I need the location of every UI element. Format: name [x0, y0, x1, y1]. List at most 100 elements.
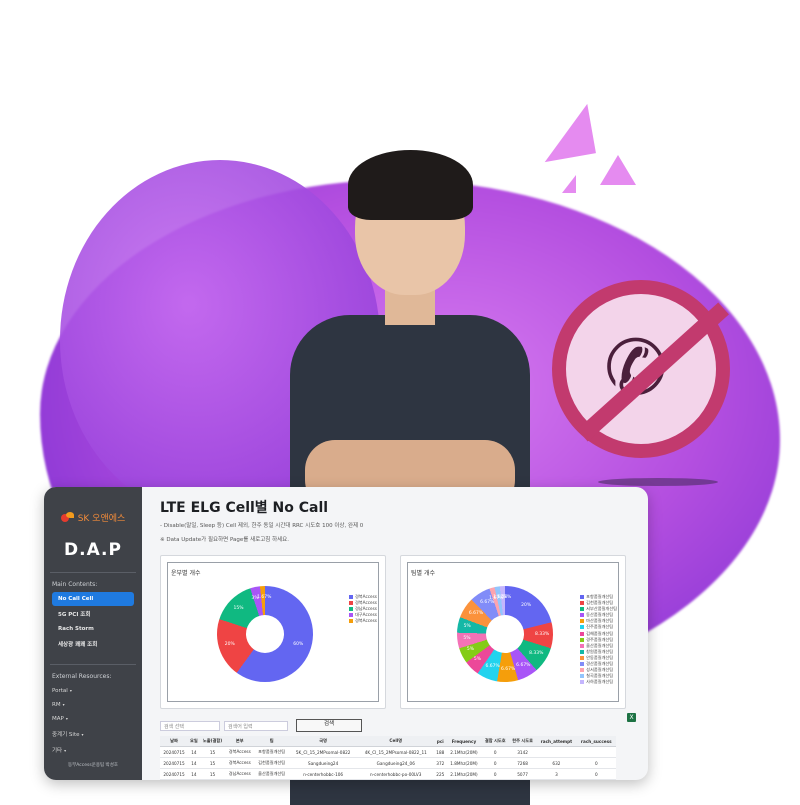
column-header[interactable]: rach_attempt — [536, 736, 577, 747]
pie-slice-label: 6.67% — [485, 664, 500, 670]
column-header[interactable]: rach_success — [576, 736, 616, 747]
table-cell: 11 — [199, 779, 226, 780]
table-cell: 포항품질개선팀 — [254, 746, 290, 758]
pie-slice-label: 6.67% — [516, 662, 531, 668]
column-header[interactable]: 팀 — [254, 736, 290, 747]
table-cell: 김천품질개선팀 — [254, 757, 290, 769]
page-title: LTE ELG Cell별 No Call — [160, 500, 329, 516]
pie-slice-label: 20% — [521, 602, 532, 608]
excel-icon[interactable]: X — [627, 713, 636, 722]
legend-swatch — [580, 637, 585, 642]
search-bar: 검색 선택 검색어 입력 검색 — [160, 719, 636, 732]
legend-swatch — [580, 655, 585, 660]
legend-label: 경북Access — [354, 618, 377, 624]
legend-item[interactable]: 사하품질개선팀 — [580, 679, 617, 685]
table-cell: 15 — [199, 768, 226, 780]
sidebar-item-rach-storm[interactable]: Rach Storm — [44, 622, 142, 636]
legend-label: 경북Access — [354, 600, 377, 606]
table-row[interactable]: 20240715 14 15 경북Access 김천품질개선팀 Sangdueing24 G… — [160, 757, 616, 769]
table-cell: 14 — [188, 768, 200, 780]
pie-chart-team[interactable]: 20% 8.33% 8.33% 6.67% 6.67% 6.67% 5% 5% 5% 5% 6.67… — [457, 586, 553, 682]
charts-row: 운부별 개수 60% 20% 15% 3% 1.67% 경북Access 경북Access… — [160, 555, 636, 709]
column-header[interactable]: pci — [434, 736, 447, 747]
sidebar-ext-rm[interactable]: RM ▾ — [44, 698, 142, 712]
sidebar-ext-site[interactable]: 중계기 Site ▾ — [44, 726, 142, 742]
legend-label: 서부산품질개선팀 — [586, 606, 617, 612]
legend-swatch — [580, 601, 585, 606]
column-header[interactable]: 노출(결합) — [199, 736, 226, 747]
table-cell: 7268 — [508, 757, 537, 769]
sidebar-ext-etc[interactable]: 기타 ▾ — [44, 742, 142, 758]
legend-label: 성서품질개선팀 — [586, 667, 614, 673]
brand-logo[interactable]: SK 오앤에스 — [44, 511, 142, 524]
table-row[interactable]: 20240715 14 15 경남Access 울산품질개선팀 n-centerhobbc… — [160, 768, 616, 780]
pie-slice-label: 1.67% — [257, 595, 272, 601]
main-content: LTE ELG Cell별 No Call - Disable(말일, Slee… — [142, 487, 648, 780]
table-row[interactable]: 20240715 14 15 경북Access 포항품질개선팀 5K_CI_15_2MPs… — [160, 746, 616, 758]
column-header[interactable]: 국명 — [289, 736, 358, 747]
decor-triangle — [536, 103, 596, 163]
column-header[interactable]: 날짜 — [160, 736, 189, 747]
legend-swatch — [580, 625, 585, 630]
table-cell: 경남Access — [225, 768, 255, 780]
table-cell: 4K_CI_15_2MPsomal-0822_11 — [357, 746, 435, 758]
table-cell: 14 — [188, 779, 200, 780]
table-cell: 0 — [576, 757, 616, 769]
legend-label: 경북Access — [354, 594, 377, 599]
table-cell: 20240715 — [160, 768, 189, 780]
chevron-down-icon: ▾ — [65, 716, 68, 721]
legend-label: 울산품질개선팀 — [586, 642, 614, 648]
sidebar-ext-label: Portal — [52, 688, 68, 694]
legend-swatch — [580, 595, 585, 599]
table-cell: 5077 — [508, 768, 537, 780]
legend-label: 창원품질개선팀 — [586, 648, 614, 654]
legend-swatch — [580, 619, 585, 624]
table-cell: 3 — [536, 768, 577, 780]
legend-swatch — [348, 619, 353, 624]
column-header[interactable]: 결합 시도호 — [481, 736, 509, 747]
table-cell: 1.8Mhz(20M) — [446, 757, 482, 769]
pie-slice-label: 5% — [473, 656, 482, 662]
pie-slice-label: 1.67% — [497, 595, 512, 601]
legend-swatch — [348, 601, 353, 606]
sidebar-item-no-call-cell[interactable]: No Call Cell — [52, 592, 134, 606]
table-cell: 경북Access — [225, 757, 255, 769]
legend-item[interactable]: 경북Access — [348, 618, 377, 624]
sidebar-heading-main: Main Contents: — [52, 581, 98, 588]
legend-swatch — [580, 662, 585, 667]
pie-slice-label: 5% — [466, 647, 475, 653]
legend-swatch — [580, 643, 585, 648]
pie-slice-label: 8.33% — [529, 650, 544, 656]
search-button[interactable]: 검색 — [296, 719, 362, 732]
column-header[interactable]: 본부 — [225, 736, 255, 747]
legend-label: 대구Access — [354, 612, 377, 618]
person-hair — [348, 150, 473, 220]
table-cell: 경남Access — [225, 779, 255, 780]
sidebar-ext-portal[interactable]: Portal ▾ — [44, 684, 142, 698]
search-input[interactable]: 검색어 입력 — [224, 720, 288, 731]
table-row[interactable]: 202407151411경남Access울산품질개선팀n-toni-center… — [160, 779, 616, 780]
sidebar-item-misc[interactable]: 세상광 쾌쾌 조회 — [44, 636, 142, 652]
column-header[interactable]: Cell명 — [357, 736, 435, 747]
table-cell: 372 — [434, 757, 447, 769]
table-cell: 0 — [576, 768, 616, 780]
chart-card-team: 팀별 개수 20% 8.33% 8.33% 6.67% 6.67% 6.67% 5% 5% 5%… — [400, 555, 626, 709]
table-cell — [576, 746, 616, 758]
search-select[interactable]: 검색 선택 — [160, 720, 220, 731]
pie-slice-label: 8.33% — [534, 631, 550, 637]
legend-swatch — [348, 607, 353, 612]
sidebar-item-5g-pci[interactable]: 5G PCI 조회 — [44, 606, 142, 622]
table-cell: 0 — [481, 779, 509, 780]
column-header[interactable]: 요일 — [188, 736, 200, 747]
pie-slice-label: 5% — [463, 635, 471, 641]
page-note: ※ Data Update가 필요하면 Page를 새로고침 하세요. — [160, 537, 289, 543]
chevron-down-icon: ▾ — [81, 732, 84, 737]
pie-slice-label: 5% — [463, 624, 471, 630]
pie-chart-hq[interactable]: 60% 20% 15% 3% 1.67% — [217, 586, 313, 682]
table-cell: 0 — [576, 779, 616, 780]
column-header[interactable]: 한주 시도호 — [508, 736, 537, 747]
table-cell: 15 — [199, 746, 226, 758]
pie-slice-label: 15% — [233, 605, 244, 611]
column-header[interactable]: Frequency — [446, 736, 482, 747]
sidebar-ext-map[interactable]: MAP ▾ — [44, 712, 142, 726]
